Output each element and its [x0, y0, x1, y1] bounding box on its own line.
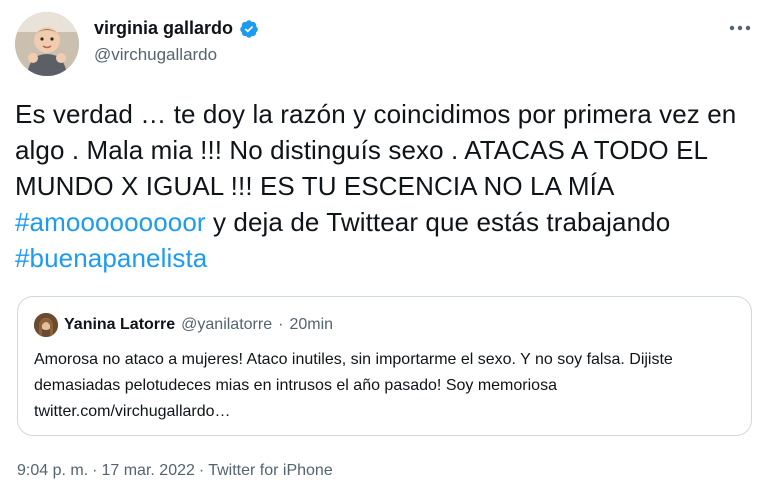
separator-dot: ·: [92, 462, 98, 479]
more-options-icon[interactable]: [726, 18, 754, 38]
avatar-image: [15, 12, 79, 76]
author-handle[interactable]: @virchugallardo: [94, 45, 259, 65]
author-info: virginia gallardo @virchugallardo: [94, 18, 259, 65]
separator-dot: ·: [198, 462, 205, 479]
tweet-time[interactable]: 9:04 p. m.: [17, 462, 88, 480]
tweet-metadata: 9:04 p. m. · 17 mar. 2022 · Twitter for …: [17, 462, 333, 480]
quoted-tweet-text: Amorosa no ataco a mujeres! Ataco inutil…: [34, 351, 673, 420]
hashtag-link[interactable]: #buenapanelista: [15, 243, 207, 273]
tweet-source[interactable]: Twitter for iPhone: [208, 462, 333, 480]
separator-dot: ·: [278, 316, 284, 333]
quoted-timestamp[interactable]: 20min: [289, 316, 333, 334]
quoted-avatar: [34, 313, 58, 337]
hashtag-link[interactable]: #amooooooooor: [15, 207, 206, 237]
tweet-text-part: Es verdad … te doy la razón y coincidimo…: [15, 99, 737, 201]
avatar[interactable]: [15, 12, 79, 76]
verified-badge-icon: [239, 19, 259, 39]
quoted-handle[interactable]: @yanilatorre: [181, 316, 272, 334]
quoted-display-name[interactable]: Yanina Latorre: [64, 316, 175, 334]
quoted-tweet[interactable]: Yanina Latorre @yanilatorre · 20min Amor…: [17, 296, 752, 436]
quoted-tweet-header: Yanina Latorre @yanilatorre · 20min: [34, 313, 333, 337]
author-display-name[interactable]: virginia gallardo: [94, 18, 233, 39]
tweet-text-part: y deja de Twittear que estás trabajando: [205, 207, 671, 237]
tweet-text: Es verdad … te doy la razón y coincidimo…: [15, 96, 755, 276]
tweet-card: virginia gallardo @virchugallardo Es ver…: [0, 0, 767, 492]
tweet-date[interactable]: 17 mar. 2022: [101, 462, 194, 480]
author-name-row: virginia gallardo: [94, 18, 259, 39]
